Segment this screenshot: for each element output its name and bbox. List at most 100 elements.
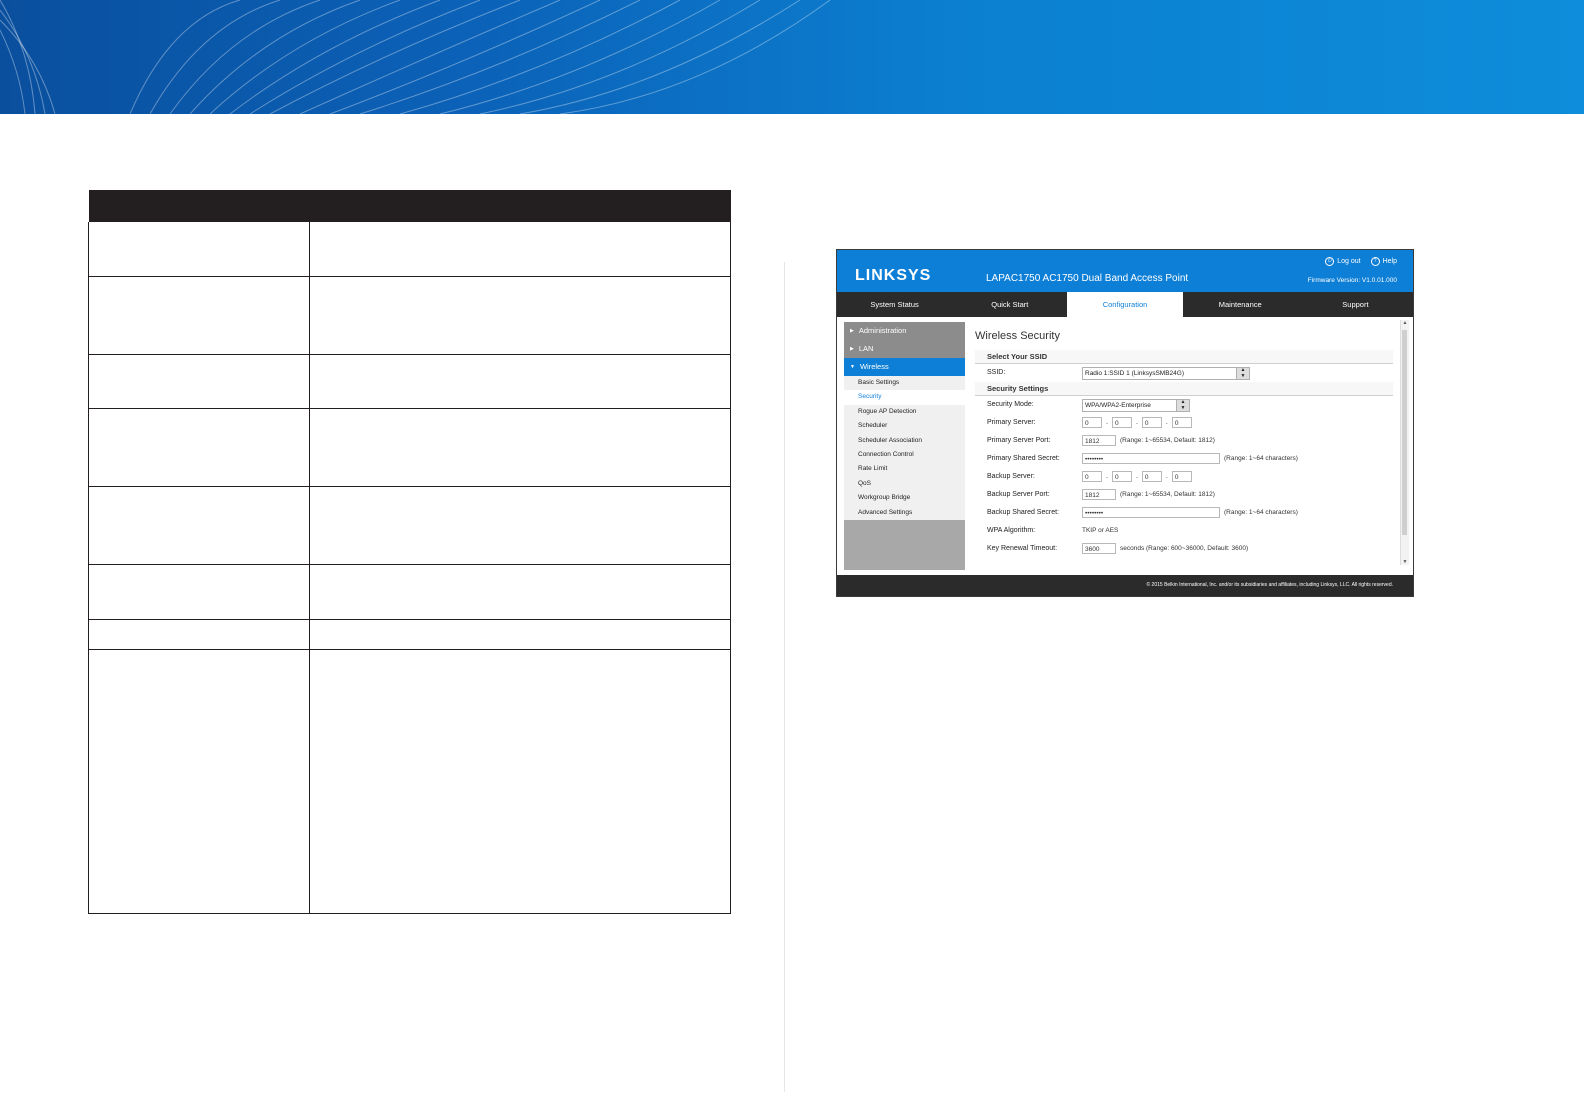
- sidebar-item-administration[interactable]: ▶ Administration: [844, 322, 965, 340]
- backup-port-row: Backup Server Port: 1812 (Range: 1~65534…: [975, 486, 1393, 504]
- primary-port-label: Primary Server Port:: [987, 437, 1051, 444]
- primary-port-hint: (Range: 1~65534, Default: 1812): [1120, 437, 1215, 444]
- logout-icon: ⏻: [1325, 257, 1335, 266]
- main-nav: System Status Quick Start Configuration …: [837, 292, 1413, 317]
- primary-port-control: 1812 (Range: 1~65534, Default: 1812): [1082, 435, 1215, 446]
- ip-dot: .: [1135, 419, 1138, 426]
- settings-table: [88, 190, 731, 914]
- primary-server-octet-3[interactable]: 0: [1141, 417, 1162, 428]
- backup-port-hint: (Range: 1~65534, Default: 1812): [1120, 491, 1215, 498]
- primary-server-label: Primary Server:: [987, 419, 1036, 426]
- router-footer: © 2015 Belkin International, Inc. and/or…: [837, 575, 1413, 596]
- primary-server-octet-2[interactable]: 0: [1111, 417, 1132, 428]
- table-header-row: [88, 190, 731, 222]
- backup-secret-row: Backup Shared Secret: •••••••• (Range: 1…: [975, 504, 1393, 522]
- primary-secret-label: Primary Shared Secret:: [987, 455, 1060, 462]
- key-timeout-row: Key Renewal Timeout: 3600 seconds (Range…: [975, 540, 1393, 558]
- table-row: [88, 408, 731, 487]
- primary-port-input[interactable]: 1812: [1082, 435, 1116, 446]
- wpa-algorithm-row: WPA Algorithm: TKIP or AES: [975, 522, 1393, 540]
- select-arrows-icon: ▲ ▼: [1236, 367, 1249, 379]
- backup-server-octet-1[interactable]: 0: [1082, 471, 1102, 482]
- ssid-select[interactable]: Radio 1:SSID 1 (LinksysSMB24G) ▲ ▼: [1082, 367, 1250, 380]
- caret-down-icon: ▼: [850, 364, 855, 370]
- sidebar-sub-security[interactable]: Security: [844, 390, 965, 405]
- sidebar-sub-rogue-ap-detection[interactable]: Rogue AP Detection: [844, 404, 965, 420]
- backup-port-input[interactable]: 1812: [1082, 489, 1116, 500]
- key-timeout-input[interactable]: 3600: [1082, 543, 1116, 554]
- sidebar-item-label: LAN: [858, 344, 874, 353]
- primary-secret-input[interactable]: ••••••••: [1082, 453, 1220, 464]
- primary-server-control: 0. 0. 0. 0: [1082, 417, 1192, 428]
- backup-port-control: 1812 (Range: 1~65534, Default: 1812): [1082, 489, 1215, 500]
- sidebar-sub-rate-limit[interactable]: Rate Limit: [844, 462, 965, 477]
- ssid-row: SSID: Radio 1:SSID 1 (LinksysSMB24G) ▲ ▼: [975, 364, 1393, 382]
- ip-dot: .: [1165, 419, 1168, 426]
- scroll-thumb[interactable]: [1402, 330, 1407, 535]
- table-row: [88, 649, 731, 914]
- section-ssid-heading: Select Your SSID: [975, 350, 1393, 364]
- top-links: ⏻ Log out ? Help: [1325, 257, 1397, 266]
- security-mode-value: WPA/WPA2-Enterprise: [1085, 402, 1151, 409]
- primary-server-octet-4[interactable]: 0: [1171, 417, 1192, 428]
- primary-secret-hint: (Range: 1~64 characters): [1224, 455, 1298, 462]
- caret-right-icon: ▶: [850, 328, 854, 334]
- tab-quick-start[interactable]: Quick Start: [952, 292, 1067, 317]
- tab-maintenance[interactable]: Maintenance: [1183, 292, 1298, 317]
- primary-secret-row: Primary Shared Secret: •••••••• (Range: …: [975, 450, 1393, 468]
- sidebar-item-wireless[interactable]: ▼ Wireless: [844, 358, 965, 376]
- firmware-version: Firmware Version: V1.0.01.000: [1307, 277, 1397, 284]
- security-mode-label: Security Mode:: [987, 401, 1034, 408]
- ip-dot: .: [1165, 473, 1168, 480]
- backup-server-row: Backup Server: 0. 0. 0. 0: [975, 468, 1393, 486]
- sidebar-sub-connection-control[interactable]: Connection Control: [844, 447, 965, 463]
- main-scrollbar[interactable]: ▲ ▼: [1400, 320, 1409, 565]
- ssid-control: Radio 1:SSID 1 (LinksysSMB24G) ▲ ▼: [1082, 367, 1250, 380]
- sidebar-sub-basic-settings[interactable]: Basic Settings: [844, 376, 965, 391]
- logout-label: Log out: [1337, 258, 1361, 265]
- backup-secret-input[interactable]: ••••••••: [1082, 507, 1220, 518]
- sidebar: ▶ Administration ▶ LAN ▼ Wireless Basic Set…: [844, 322, 965, 570]
- primary-secret-control: •••••••• (Range: 1~64 characters): [1082, 453, 1298, 464]
- backup-secret-control: •••••••• (Range: 1~64 characters): [1082, 507, 1298, 518]
- sidebar-sub-advanced-settings[interactable]: Advanced Settings: [844, 505, 965, 520]
- header-banner: [0, 0, 1584, 114]
- section-security-heading: Security Settings: [975, 382, 1393, 396]
- router-ui-screenshot: LINKSYS LAPAC1750 AC1750 Dual Band Acces…: [836, 249, 1414, 597]
- scroll-down-icon[interactable]: ▼: [1401, 559, 1409, 565]
- backup-port-label: Backup Server Port:: [987, 491, 1050, 498]
- backup-server-octet-3[interactable]: 0: [1141, 471, 1162, 482]
- security-mode-control: WPA/WPA2-Enterprise ▲ ▼: [1082, 399, 1190, 412]
- linksys-logo: LINKSYS: [855, 267, 932, 284]
- table-row: [88, 276, 731, 355]
- tab-configuration[interactable]: Configuration: [1067, 292, 1183, 317]
- caret-right-icon: ▶: [850, 346, 854, 352]
- primary-server-row: Primary Server: 0. 0. 0. 0: [975, 414, 1393, 432]
- router-header: LINKSYS LAPAC1750 AC1750 Dual Band Acces…: [837, 250, 1413, 292]
- key-timeout-hint: seconds (Range: 600~36000, Default: 3600…: [1120, 545, 1249, 552]
- ssid-label: SSID:: [987, 369, 1006, 376]
- sidebar-sub-qos[interactable]: QoS: [844, 476, 965, 492]
- wpa-algorithm-control: TKIP or AES: [1082, 527, 1118, 534]
- backup-secret-label: Backup Shared Secret:: [987, 509, 1059, 516]
- sidebar-sub-workgroup-bridge[interactable]: Workgroup Bridge: [844, 491, 965, 506]
- sidebar-sub-scheduler[interactable]: Scheduler: [844, 419, 965, 434]
- help-link[interactable]: ? Help: [1370, 257, 1397, 266]
- tab-system-status[interactable]: System Status: [837, 292, 952, 317]
- tab-support[interactable]: Support: [1298, 292, 1413, 317]
- sidebar-item-label: Wireless: [859, 362, 889, 371]
- logout-link[interactable]: ⏻ Log out: [1325, 257, 1361, 266]
- sidebar-item-label: Administration: [858, 326, 907, 335]
- primary-server-octet-1[interactable]: 0: [1082, 417, 1102, 428]
- table-row: [88, 564, 731, 620]
- table-row: [88, 619, 731, 650]
- backup-server-octet-4[interactable]: 0: [1171, 471, 1192, 482]
- sidebar-item-lan[interactable]: ▶ LAN: [844, 340, 965, 358]
- ip-dot: .: [1106, 419, 1108, 426]
- backup-server-octet-2[interactable]: 0: [1111, 471, 1132, 482]
- wpa-algorithm-label: WPA Algorithm:: [987, 527, 1036, 534]
- ip-dot: .: [1106, 473, 1108, 480]
- scroll-up-icon[interactable]: ▲: [1401, 320, 1409, 326]
- sidebar-sub-scheduler-association[interactable]: Scheduler Association: [844, 433, 965, 448]
- security-mode-select[interactable]: WPA/WPA2-Enterprise ▲ ▼: [1082, 399, 1190, 412]
